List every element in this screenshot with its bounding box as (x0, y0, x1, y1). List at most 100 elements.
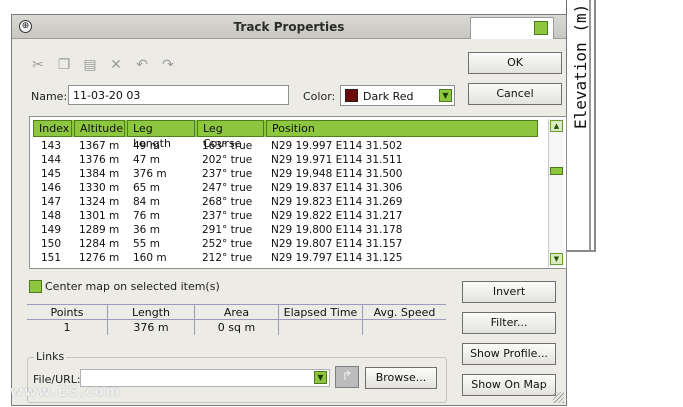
table-row[interactable]: 146 1330 m 65 m 247° true N29 19.837 E114 31… (33, 181, 538, 195)
table-cell: 49 m (133, 140, 160, 152)
show-on-map-button[interactable]: Show On Map (462, 374, 556, 396)
redo-icon[interactable]: ↷ (160, 57, 176, 73)
table-cell: 148 (41, 210, 62, 222)
resize-grip[interactable] (553, 392, 564, 403)
table-cell: 1324 m (79, 196, 120, 208)
table-cell: 146 (41, 182, 62, 194)
table-cell: 150 (41, 238, 62, 250)
table-cell: 84 m (133, 196, 160, 208)
table-cell: 252° true (202, 238, 253, 250)
column-header-leg-length[interactable]: Leg Length (127, 120, 195, 150)
table-cell: N29 19.823 E114 31.269 (271, 196, 403, 208)
table-cell: N29 19.822 E114 31.217 (271, 210, 403, 222)
ok-button[interactable]: OK (468, 52, 562, 74)
table-row[interactable]: 149 1289 m 36 m 291° true N29 19.800 E114 31… (33, 223, 538, 237)
table-cell: 143 (41, 140, 62, 152)
center-map-label: Center map on selected item(s) (45, 280, 220, 293)
scroll-up-icon[interactable]: ▲ (550, 120, 563, 132)
table-cell: 55 m (133, 238, 160, 250)
open-link-icon[interactable]: ↱ (335, 366, 359, 388)
table-row[interactable]: 148 1301 m 76 m 237° true N29 19.822 E114 31… (33, 209, 538, 223)
color-select[interactable]: Dark Red ▼ (340, 85, 455, 106)
table-cell: 144 (41, 154, 62, 166)
track-properties-dialog: ⊕ Track Properties ✂ ❐ ▤ ✕ ↶ ↷ Name: 11-… (11, 14, 567, 406)
column-header-index[interactable]: Index (33, 120, 72, 137)
invert-button[interactable]: Invert (462, 281, 556, 303)
table-cell: 1301 m (79, 210, 120, 222)
stat-header: Avg. Speed (363, 305, 446, 320)
paste-icon[interactable]: ▤ (82, 57, 98, 73)
color-swatch (345, 89, 358, 102)
stat-header: Elapsed Time (279, 305, 362, 320)
delete-icon[interactable]: ✕ (108, 57, 124, 73)
table-scrollbar[interactable]: ▲ ▼ (548, 119, 564, 267)
undo-icon[interactable]: ↶ (134, 57, 150, 73)
stat-value: 1 (63, 321, 71, 334)
title-bar[interactable]: ⊕ Track Properties (12, 15, 566, 39)
table-header: Index Altitude Leg Length Leg Course Pos… (33, 120, 538, 150)
stat-elapsed-time: Elapsed Time (279, 304, 363, 335)
watermark: www.ES.com (10, 384, 121, 400)
table-cell: 145 (41, 168, 62, 180)
table-cell: 149 (41, 224, 62, 236)
table-cell: N29 19.837 E114 31.306 (271, 182, 403, 194)
table-cell: N29 19.797 E114 31.125 (271, 252, 403, 264)
table-cell: 237° true (202, 210, 253, 222)
table-cell: 1276 m (79, 252, 120, 264)
table-row[interactable]: 151 1276 m 160 m 212° true N29 19.797 E114 3… (33, 251, 538, 265)
chevron-down-icon[interactable]: ▼ (314, 371, 327, 384)
table-cell: 1330 m (79, 182, 120, 194)
table-cell: 76 m (133, 210, 160, 222)
table-cell: 1289 m (79, 224, 120, 236)
name-input[interactable]: 11-03-20 03 (68, 85, 289, 105)
column-header-position[interactable]: Position (266, 120, 538, 137)
table-cell: 1284 m (79, 238, 120, 250)
chevron-down-icon[interactable]: ▼ (439, 89, 452, 102)
column-header-leg-course[interactable]: Leg Course (197, 120, 264, 150)
filter-button[interactable]: Filter... (462, 312, 556, 334)
stat-header: Length (108, 305, 194, 320)
cancel-button[interactable]: Cancel (468, 83, 562, 105)
color-select-value: Dark Red (363, 90, 414, 103)
title-bar-tab (470, 17, 554, 39)
green-square-icon (534, 21, 548, 35)
table-cell: 160 m (133, 252, 167, 264)
stat-avg-speed: Avg. Speed (363, 304, 446, 335)
color-label: Color: (303, 90, 336, 103)
table-cell: N29 19.971 E114 31.511 (271, 154, 403, 166)
table-cell: 65 m (133, 182, 160, 194)
table-cell: 163° true (202, 140, 253, 152)
table-row[interactable]: 143 1367 m 49 m 163° true N29 19.997 E114 31… (33, 139, 538, 153)
table-cell: 147 (41, 196, 62, 208)
table-cell: 1384 m (79, 168, 120, 180)
background-window-edge (589, 0, 591, 250)
table-cell: 376 m (133, 168, 167, 180)
name-label: Name: (31, 90, 68, 103)
center-map-checkbox[interactable] (29, 280, 42, 293)
table-cell: 212° true (202, 252, 253, 264)
table-row[interactable]: 147 1324 m 84 m 268° true N29 19.823 E114 31… (33, 195, 538, 209)
stat-header: Area (195, 305, 278, 320)
table-cell: 202° true (202, 154, 253, 166)
table-cell: 47 m (133, 154, 160, 166)
copy-icon[interactable]: ❐ (56, 57, 72, 73)
table-cell: 36 m (133, 224, 160, 236)
track-points-table: Index Altitude Leg Length Leg Course Pos… (29, 116, 567, 269)
cut-icon[interactable]: ✂ (30, 57, 46, 73)
table-cell: 1367 m (79, 140, 120, 152)
column-header-altitude[interactable]: Altitude (74, 120, 125, 137)
table-row[interactable]: 144 1376 m 47 m 202° true N29 19.971 E114 31… (33, 153, 538, 167)
table-cell: 151 (41, 252, 62, 264)
table-row[interactable]: 150 1284 m 55 m 252° true N29 19.807 E114 31… (33, 237, 538, 251)
table-cell: N29 19.800 E114 31.178 (271, 224, 403, 236)
table-row[interactable]: 145 1384 m 376 m 237° true N29 19.948 E114 3… (33, 167, 538, 181)
track-statistics: Points 1 Length 376 m Area 0 sq m Elapse… (27, 304, 446, 335)
table-cell: 247° true (202, 182, 253, 194)
stat-value: 0 sq m (217, 321, 256, 334)
scroll-down-icon[interactable]: ▼ (550, 253, 563, 265)
scrollbar-thumb[interactable] (550, 167, 563, 175)
show-profile-button[interactable]: Show Profile... (462, 343, 556, 365)
table-cell: 291° true (202, 224, 253, 236)
browse-button[interactable]: Browse... (365, 367, 437, 389)
stat-header: Points (27, 305, 107, 320)
